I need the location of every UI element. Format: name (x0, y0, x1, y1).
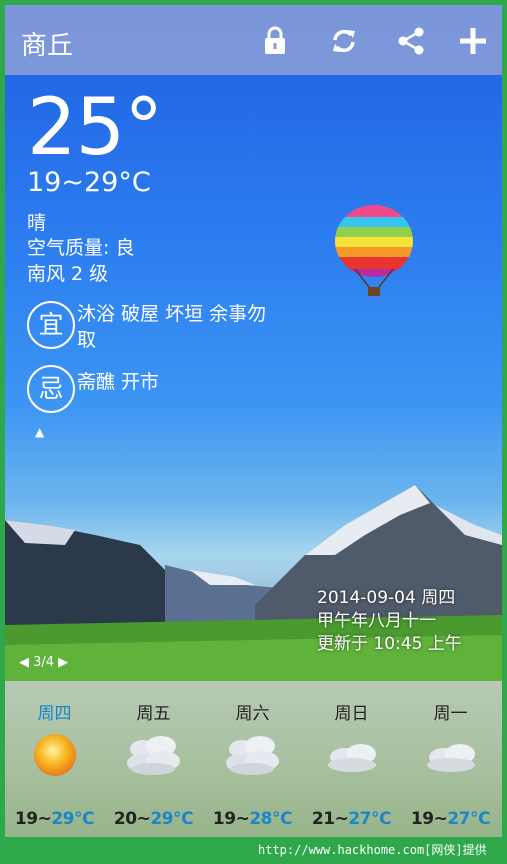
temp-range: 19~27℃ (401, 809, 500, 829)
low-temp: 19~ (14, 809, 52, 829)
low-temp: 21~ (311, 809, 349, 829)
wind-info: 南风 2 级 (27, 263, 109, 285)
forecast-day[interactable]: 周六 19~28℃ (203, 681, 302, 837)
cloudy-icon (226, 736, 279, 775)
cloudy-icon (328, 744, 376, 772)
lock-icon[interactable] (259, 25, 291, 57)
share-icon[interactable] (395, 25, 427, 57)
day-name: 周四 (37, 704, 72, 724)
forecast-day[interactable]: 周一 19~27℃ (401, 681, 500, 837)
yi-badge: 宜 (27, 301, 75, 349)
watermark-text: http://www.hackhome.com[网侠]提供 (258, 843, 487, 857)
forecast-day[interactable]: 周五 20~29℃ (104, 681, 203, 837)
low-temp: 20~ (113, 809, 151, 829)
yi-activities: 沐浴 破屋 坏垣 余事勿取 (77, 303, 267, 351)
low-temp: 19~ (212, 809, 250, 829)
forecast-day[interactable]: 周日 21~27℃ (302, 681, 401, 837)
update-time-text: 更新于 10:45 上午 (317, 634, 462, 654)
ji-activities: 斋醮 开市 (77, 371, 160, 393)
ji-badge: 忌 (27, 365, 75, 413)
date-text: 2014-09-04 周四 (317, 588, 456, 608)
high-temp: 28℃ (249, 809, 293, 829)
expand-arrow-icon[interactable]: ▲ (35, 425, 44, 439)
high-temp: 27℃ (447, 809, 491, 829)
day-name: 周六 (235, 704, 270, 724)
high-temp: 27℃ (348, 809, 392, 829)
cloudy-icon (127, 736, 180, 775)
lunar-date-text: 甲午年八月十一 (317, 611, 436, 631)
top-bar: 商丘 (5, 5, 502, 75)
day-name: 周五 (136, 704, 171, 724)
temp-range: 19~28℃ (203, 809, 302, 829)
temp-range: 21~27℃ (302, 809, 401, 829)
current-temperature: 25° (27, 83, 163, 173)
page-indicator[interactable]: ◀ 3/4 ▶ (19, 655, 68, 670)
cloudy-icon (427, 744, 475, 772)
forecast-day[interactable]: 周四 19~29℃ (5, 681, 104, 837)
low-temp: 19~ (410, 809, 448, 829)
temp-range: 19~29℃ (5, 809, 104, 829)
refresh-icon[interactable] (328, 25, 360, 57)
date-info: 2014-09-04 周四 甲午年八月十一 更新于 10:45 上午 (317, 587, 462, 656)
air-quality: 空气质量: 良 (27, 237, 135, 259)
city-name[interactable]: 商丘 (21, 25, 73, 62)
weather-screen: 商丘 25° 19~29°C 晴 空气质量: 良 南风 2 级 宜 沐浴 破屋 … (5, 5, 502, 837)
hot-air-balloon-icon (335, 205, 413, 296)
temp-range: 20~29℃ (104, 809, 203, 829)
temperature-range: 19~29°C (27, 167, 151, 198)
day-name: 周日 (334, 704, 369, 724)
high-temp: 29℃ (150, 809, 194, 829)
sunny-icon (34, 734, 76, 776)
day-name: 周一 (433, 704, 468, 724)
weather-condition: 晴 (27, 212, 47, 234)
high-temp: 29℃ (51, 809, 95, 829)
add-icon[interactable] (457, 25, 489, 57)
forecast-strip: 周四 19~29℃ 周五 20~29℃ 周六 19~28℃ 周日 21~27℃ … (5, 681, 502, 837)
